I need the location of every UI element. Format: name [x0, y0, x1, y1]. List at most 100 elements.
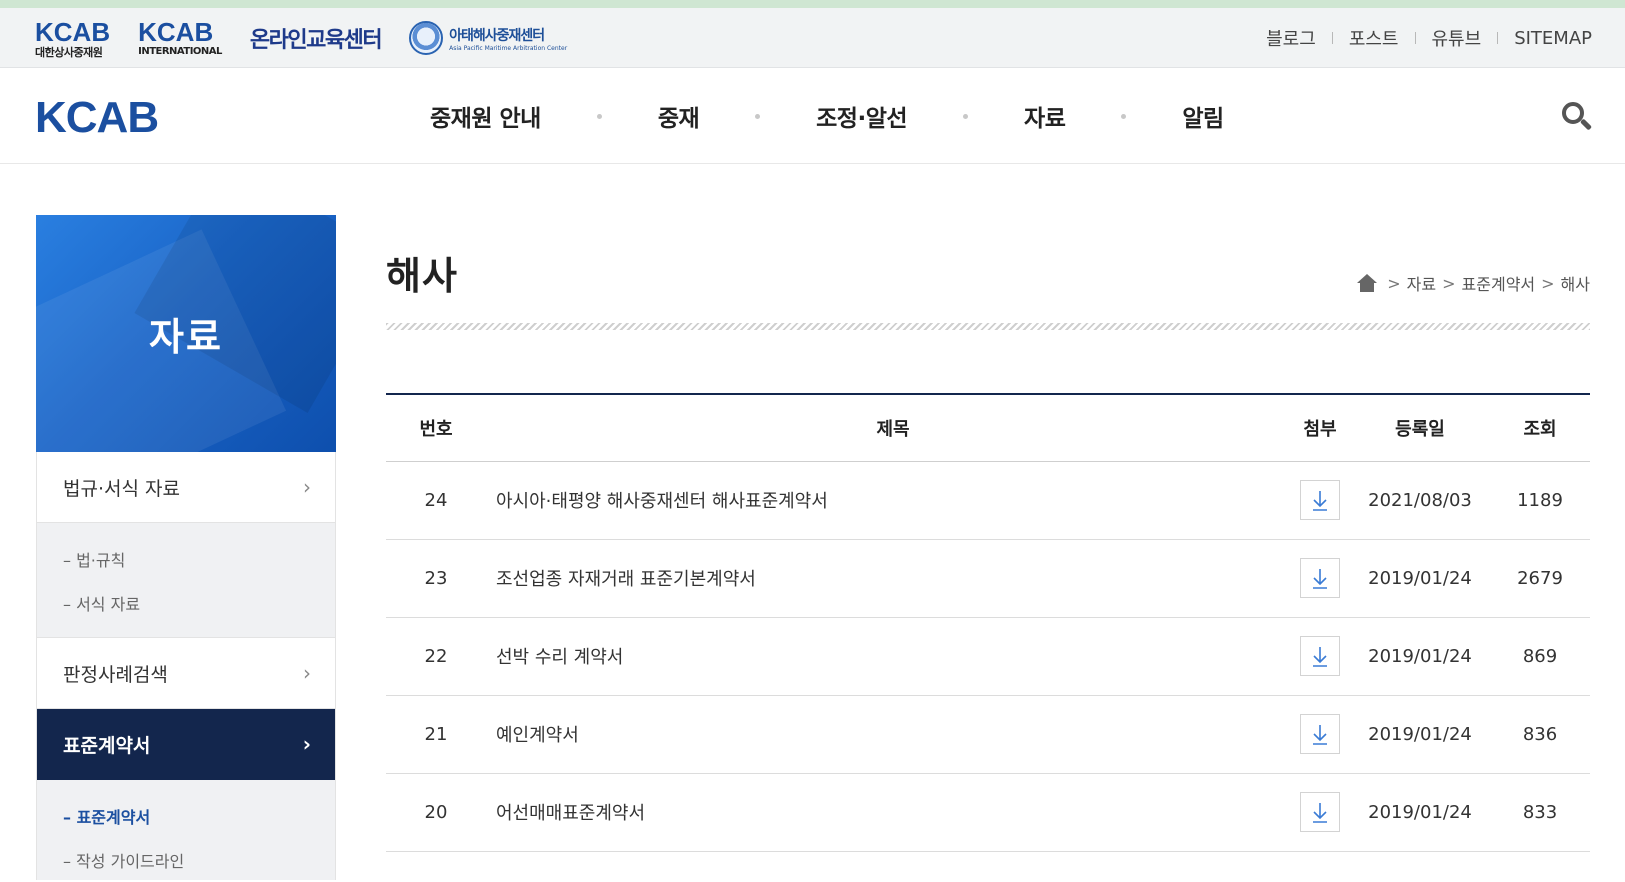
online-education-center-link[interactable]: 온라인교육센터 [250, 22, 383, 54]
row-views: 1189 [1490, 461, 1590, 540]
breadcrumb-separator: > [1442, 273, 1456, 293]
nav-item-mediation[interactable]: 조정·알선 [816, 99, 907, 133]
nav-divider-dot [755, 113, 761, 119]
download-button[interactable] [1300, 558, 1340, 598]
download-icon [1313, 647, 1327, 667]
row-number: 22 [386, 617, 486, 696]
sidebar-title: 자료 [149, 315, 223, 359]
table-row: 20 어선매매표준계약서 2019/01/24 833 [386, 773, 1590, 852]
row-date: 2019/01/24 [1350, 695, 1490, 774]
download-button[interactable] [1300, 792, 1340, 832]
sidebar-subitem-standard-contracts[interactable]: – 표준계약서 [63, 794, 335, 838]
post-link[interactable]: 포스트 [1349, 25, 1399, 51]
row-title: 선박 수리 계약서 [486, 617, 1290, 696]
row-views: 833 [1490, 773, 1590, 852]
sidebar-item-case-search[interactable]: 판정사례검색 › [37, 638, 335, 709]
youtube-link[interactable]: 유튜브 [1432, 25, 1482, 51]
sidebar-item-laws-forms[interactable]: 법규·서식 자료 › [37, 452, 335, 523]
chevron-right-icon: › [303, 475, 311, 499]
download-button[interactable] [1300, 636, 1340, 676]
apmac-logo-text: 아태해사중재센터 Asia Pacific Maritime Arbitrati… [449, 25, 567, 52]
sidebar-item-standard-contracts[interactable]: 표준계약서 › [37, 709, 335, 780]
family-site-logos: KCAB 대한상사중재원 KCAB INTERNATIONAL 온라인교육센터 … [35, 8, 567, 68]
utility-links: 블로그 포스트 유튜브 SITEMAP [1266, 8, 1592, 68]
divider [1331, 32, 1333, 44]
header-title: 제목 [876, 418, 910, 440]
row-title-link[interactable]: 어선매매표준계약서 [496, 803, 645, 824]
row-attachment [1290, 617, 1350, 696]
kcab-intl-logo-text: KCAB [138, 17, 214, 47]
row-title: 조선업종 자재거래 표준기본계약서 [486, 539, 1290, 618]
kcab-international-logo-link[interactable]: KCAB INTERNATIONAL [138, 19, 222, 57]
download-button[interactable] [1300, 480, 1340, 520]
table-row: 22 선박 수리 계약서 2019/01/24 869 [386, 617, 1590, 696]
download-icon [1313, 569, 1327, 589]
table-header-row: 번호 제목 첨부 등록일 조회 [386, 394, 1590, 461]
nav-item-resources[interactable]: 자료 [1024, 99, 1066, 133]
row-attachment [1290, 539, 1350, 618]
breadcrumb-separator: > [1387, 273, 1401, 293]
row-date: 2019/01/24 [1350, 773, 1490, 852]
row-attachment [1290, 773, 1350, 852]
row-attachment [1290, 461, 1350, 540]
table-row: 24 아시아·태평양 해사중재센터 해사표준계약서 2021/08/03 118… [386, 461, 1590, 540]
nav-divider-dot [596, 113, 602, 119]
blog-link[interactable]: 블로그 [1266, 25, 1316, 51]
row-title-link[interactable]: 예인계약서 [496, 725, 579, 746]
row-title: 예인계약서 [486, 695, 1290, 774]
breadcrumb-item[interactable]: 자료 [1407, 271, 1436, 295]
apmac-logo-link[interactable]: 아태해사중재센터 Asia Pacific Maritime Arbitrati… [409, 21, 567, 55]
row-title: 아시아·태평양 해사중재센터 해사표준계약서 [486, 461, 1290, 540]
sitemap-link[interactable]: SITEMAP [1514, 28, 1592, 49]
sidebar-item-label: 판정사례검색 [63, 663, 168, 686]
sidebar-submenu-standard-contracts: – 표준계약서 – 작성 가이드라인 [37, 780, 335, 880]
download-icon [1313, 491, 1327, 511]
home-icon[interactable] [1357, 274, 1378, 292]
download-button[interactable] [1300, 714, 1340, 754]
home-icon-body [1360, 283, 1375, 292]
nav-item-arbitration[interactable]: 중재 [658, 99, 700, 133]
row-views: 836 [1490, 695, 1590, 774]
download-icon [1313, 725, 1327, 745]
nav-item-notice[interactable]: 알림 [1182, 99, 1224, 133]
kcab-logo-text: KCAB [35, 16, 111, 47]
divider [1497, 32, 1499, 44]
breadcrumb-current: 해사 [1560, 275, 1590, 294]
kcab-intl-logo-subtext: INTERNATIONAL [138, 46, 222, 57]
sidebar-subitem-forms[interactable]: – 서식 자료 [63, 581, 335, 625]
sidebar-menu: 법규·서식 자료 › – 법·규칙 – 서식 자료 판정사례검색 › 표준계약서… [36, 452, 336, 880]
row-title: 어선매매표준계약서 [486, 773, 1290, 852]
row-views: 2679 [1490, 539, 1590, 618]
title-divider [386, 323, 1590, 330]
row-date: 2019/01/24 [1350, 539, 1490, 618]
row-number: 24 [386, 461, 486, 540]
top-accent-strip [0, 0, 1625, 8]
nav-divider-dot [1121, 113, 1127, 119]
home-icon-roof [1357, 274, 1378, 283]
apmac-title: 아태해사중재센터 [449, 27, 545, 44]
row-date: 2021/08/03 [1350, 461, 1490, 540]
row-title-link[interactable]: 아시아·태평양 해사중재센터 해사표준계약서 [496, 491, 828, 512]
breadcrumb: > 자료 > 표준계약서 > 해사 [1357, 271, 1590, 295]
nav-item-about[interactable]: 중재원 안내 [430, 99, 541, 133]
download-icon [1313, 803, 1327, 823]
global-navigation: 중재원 안내 중재 조정·알선 자료 알림 [430, 68, 1224, 164]
site-logo[interactable]: KCAB [35, 96, 159, 140]
board-table: 번호 제목 첨부 등록일 조회 24 아시아·태평양 해사중재센터 해사표준계약… [386, 393, 1590, 852]
kcab-logo-link[interactable]: KCAB 대한상사중재원 [35, 19, 110, 58]
sidebar-item-label: 법규·서식 자료 [63, 477, 180, 500]
sidebar-subitem-laws[interactable]: – 법·규칙 [63, 537, 335, 581]
row-title-link[interactable]: 조선업종 자재거래 표준기본계약서 [496, 569, 756, 590]
breadcrumb-item[interactable]: 표준계약서 [1462, 271, 1536, 295]
page-title: 해사 [386, 254, 458, 298]
header-no: 번호 [419, 418, 453, 440]
row-attachment [1290, 695, 1350, 774]
kcab-logo-subtext: 대한상사중재원 [35, 45, 103, 59]
search-icon[interactable] [1562, 102, 1593, 132]
sidebar-subitem-writing-guidelines[interactable]: – 작성 가이드라인 [63, 838, 335, 882]
header-views: 조회 [1523, 418, 1557, 440]
row-title-link[interactable]: 선박 수리 계약서 [496, 647, 623, 668]
table-row: 23 조선업종 자재거래 표준기본계약서 2019/01/24 2679 [386, 539, 1590, 618]
divider [1414, 32, 1416, 44]
row-number: 21 [386, 695, 486, 774]
